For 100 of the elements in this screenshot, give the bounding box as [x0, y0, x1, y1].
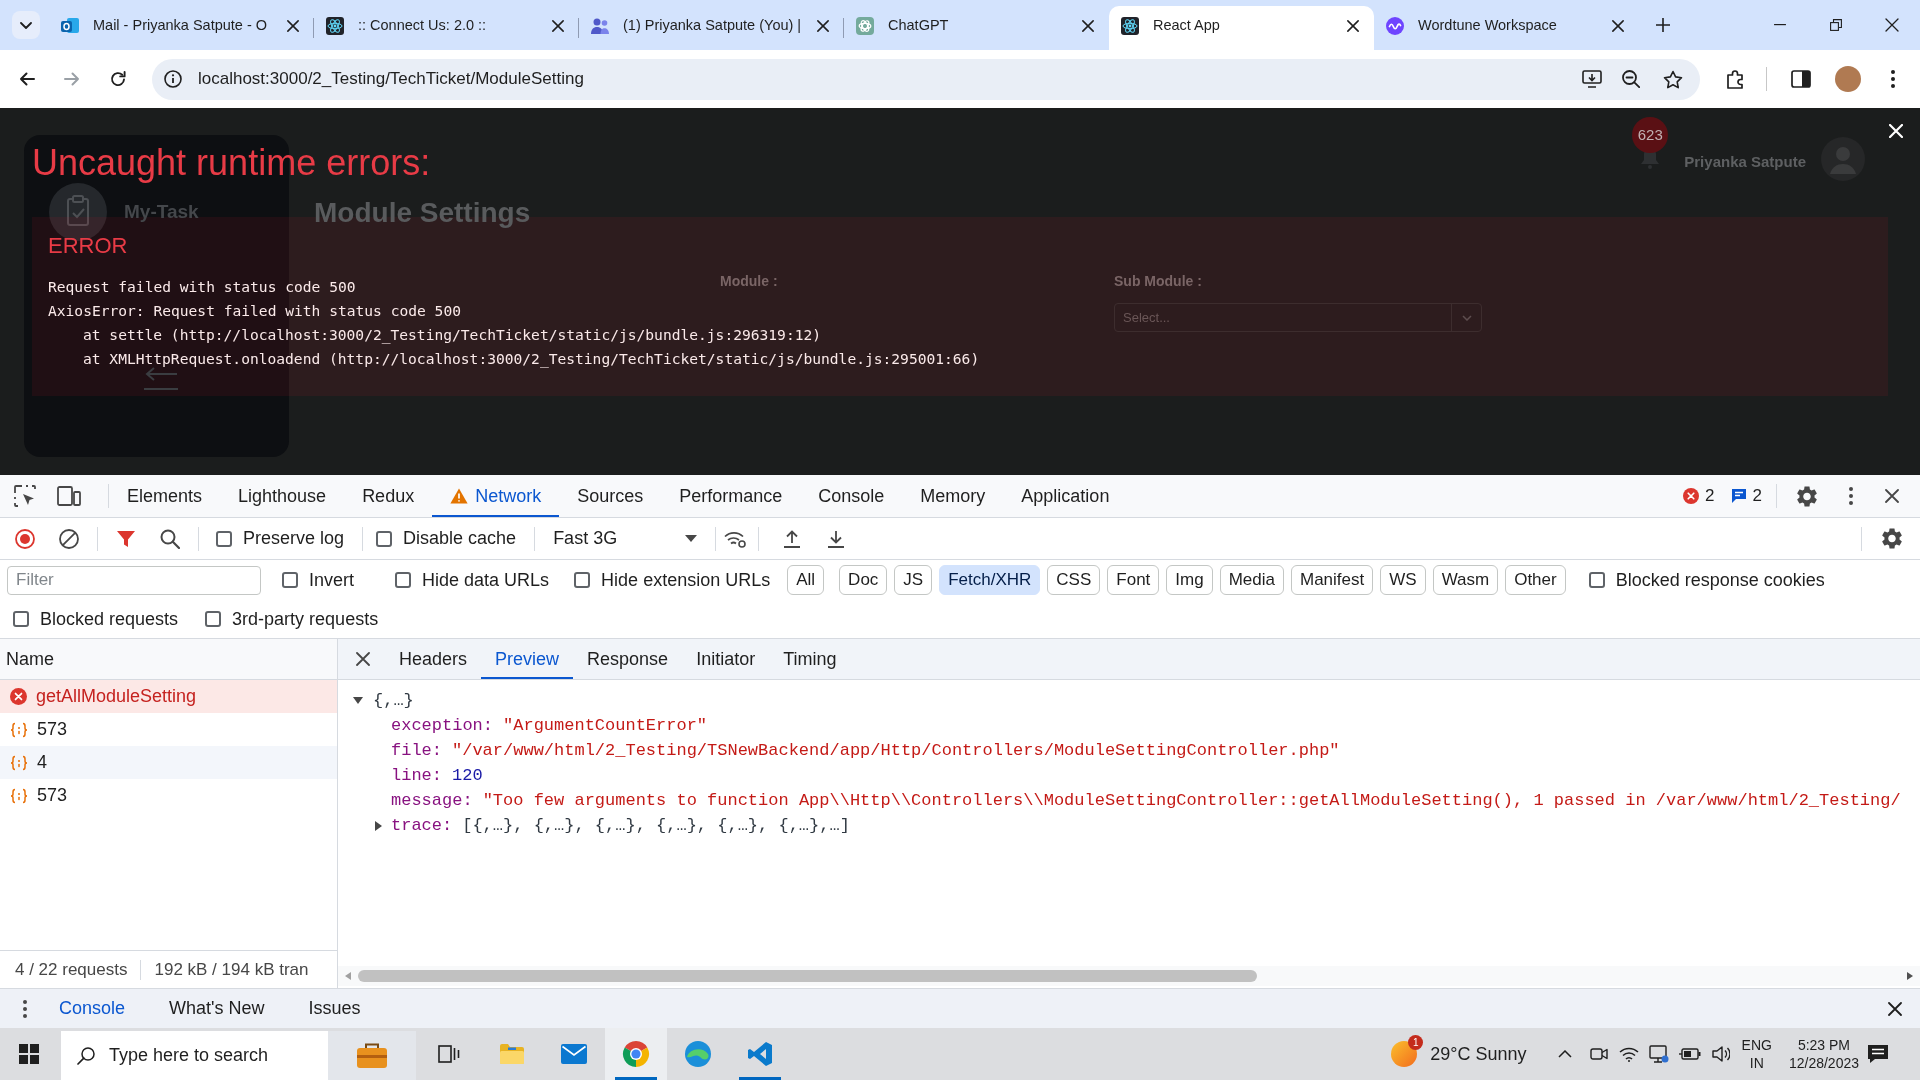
- checkbox-label[interactable]: Disable cache: [403, 525, 517, 552]
- close-icon[interactable]: [817, 20, 829, 32]
- clear-icon[interactable]: [59, 528, 79, 549]
- browser-tab[interactable]: Wordtune Workspace: [1374, 6, 1639, 50]
- back-arrow-icon[interactable]: [19, 72, 35, 86]
- info-icon[interactable]: [164, 70, 182, 88]
- battery-icon[interactable]: [1678, 1048, 1701, 1060]
- chevron-up-icon[interactable]: [1557, 1050, 1572, 1058]
- checkbox[interactable]: [574, 572, 591, 588]
- throttling-select[interactable]: Fast 3G: [553, 525, 698, 552]
- menu-icon[interactable]: [1891, 70, 1895, 88]
- browser-tab[interactable]: Mail - Priyanka Satpute - O: [49, 6, 314, 50]
- language-indicator[interactable]: ENG IN: [1741, 1036, 1772, 1072]
- close-icon[interactable]: [1885, 18, 1899, 32]
- new-tab-icon[interactable]: [1656, 18, 1670, 32]
- panel-tab[interactable]: Lighthouse: [220, 475, 345, 517]
- checkbox-label[interactable]: 3rd-party requests: [232, 605, 379, 633]
- puzzle-icon[interactable]: [1726, 69, 1746, 89]
- checkbox-label[interactable]: Hide extension URLs: [601, 566, 771, 594]
- filter-icon[interactable]: [116, 529, 136, 548]
- panel-tab[interactable]: Redux: [344, 475, 433, 517]
- detail-tab[interactable]: Initiator: [682, 639, 770, 679]
- inspect-icon[interactable]: [14, 485, 36, 507]
- tab-search-button[interactable]: [12, 11, 40, 39]
- close-icon[interactable]: [356, 652, 370, 666]
- object-summary[interactable]: {,…}: [373, 688, 414, 713]
- panel-tab[interactable]: Application: [1003, 475, 1128, 517]
- type-filter-button[interactable]: WS: [1380, 565, 1426, 595]
- panel-tab[interactable]: Elements: [109, 475, 221, 517]
- install-icon[interactable]: [1582, 70, 1602, 88]
- type-filter-button[interactable]: Doc: [839, 565, 888, 595]
- panel-tab[interactable]: Sources: [559, 475, 662, 517]
- browser-tab[interactable]: (1) Priyanka Satpute (You) |: [579, 6, 844, 50]
- close-icon[interactable]: [1612, 20, 1624, 32]
- collapse-triangle-icon[interactable]: [353, 697, 363, 704]
- panel-tab[interactable]: Network: [432, 475, 560, 517]
- checkbox[interactable]: [205, 611, 222, 627]
- task-view-icon[interactable]: [438, 1044, 460, 1064]
- settings-icon[interactable]: [1882, 528, 1902, 549]
- expand-triangle-icon[interactable]: [375, 820, 382, 831]
- type-filter-button[interactable]: Other: [1505, 565, 1566, 595]
- minimize-icon[interactable]: [1774, 24, 1786, 26]
- clock[interactable]: 5:23 PM 12/28/2023: [1788, 1036, 1859, 1072]
- detail-tab[interactable]: Preview: [481, 639, 574, 679]
- browser-tab[interactable]: ChatGPT: [844, 6, 1109, 50]
- download-icon[interactable]: [827, 529, 846, 548]
- search-icon[interactable]: [160, 528, 180, 549]
- error-count-button[interactable]: 2: [1683, 483, 1715, 509]
- checkbox[interactable]: [376, 530, 393, 547]
- checkbox[interactable]: [13, 611, 29, 627]
- horizontal-scrollbar[interactable]: [338, 966, 1920, 986]
- right-arrow-icon[interactable]: [1907, 972, 1913, 980]
- scrollbar-thumb[interactable]: [358, 970, 1257, 982]
- type-filter-button[interactable]: Media: [1219, 565, 1284, 595]
- column-header[interactable]: Name: [6, 645, 54, 673]
- taskbar-app-button[interactable]: [605, 1028, 667, 1080]
- close-icon[interactable]: [1082, 20, 1094, 32]
- type-filter-button[interactable]: Manifest: [1291, 565, 1374, 595]
- detail-tab[interactable]: Response: [573, 639, 683, 679]
- profile-avatar[interactable]: [1835, 66, 1861, 92]
- type-filter-button[interactable]: Wasm: [1432, 565, 1499, 595]
- settings-icon[interactable]: [1797, 485, 1817, 507]
- checkbox-label[interactable]: Blocked response cookies: [1615, 566, 1825, 594]
- star-icon[interactable]: [1663, 69, 1683, 89]
- detail-tab[interactable]: Timing: [769, 639, 851, 679]
- restore-icon[interactable]: [1830, 19, 1842, 31]
- panel-tab[interactable]: Memory: [902, 475, 1004, 517]
- more-options-icon[interactable]: [23, 999, 27, 1018]
- close-icon[interactable]: [552, 20, 564, 32]
- zoom-out-icon[interactable]: [1622, 70, 1640, 88]
- checkbox-label[interactable]: Blocked requests: [40, 605, 179, 633]
- stop-recording-icon[interactable]: [15, 528, 35, 549]
- request-row[interactable]: 4: [0, 746, 337, 779]
- type-filter-button[interactable]: All: [787, 565, 825, 595]
- monitor-icon[interactable]: [1648, 1045, 1669, 1063]
- type-filter-button[interactable]: Fetch/XHR: [939, 565, 1041, 595]
- speaker-icon[interactable]: [1711, 1046, 1730, 1062]
- checkbox-label[interactable]: Invert: [309, 566, 355, 594]
- windows-logo-icon[interactable]: [19, 1044, 39, 1064]
- close-icon[interactable]: [287, 20, 299, 32]
- checkbox-label[interactable]: Preserve log: [243, 525, 345, 552]
- panel-tab[interactable]: Performance: [661, 475, 801, 517]
- side-panel-icon[interactable]: [1791, 70, 1811, 88]
- wifi-icon[interactable]: [1618, 1046, 1639, 1062]
- forward-arrow-icon[interactable]: [64, 72, 80, 86]
- type-filter-button[interactable]: CSS: [1047, 565, 1101, 595]
- close-icon[interactable]: [1885, 489, 1899, 503]
- briefcase-icon[interactable]: [328, 1031, 416, 1080]
- filter-input[interactable]: Filter: [7, 565, 261, 595]
- request-row[interactable]: getAllModuleSetting: [0, 680, 337, 713]
- search-field[interactable]: Type here to search: [61, 1031, 416, 1080]
- address-field[interactable]: localhost:3000/2_Testing/TechTicket/ModuleSetting: [152, 58, 1700, 100]
- browser-tab[interactable]: React App: [1109, 6, 1374, 50]
- device-icon[interactable]: [57, 486, 81, 506]
- camera-icon[interactable]: [1589, 1046, 1608, 1062]
- notification-icon[interactable]: [1867, 1044, 1889, 1064]
- network-conditions-icon[interactable]: [724, 529, 747, 548]
- type-filter-button[interactable]: Img: [1166, 565, 1213, 595]
- type-filter-button[interactable]: Font: [1107, 565, 1160, 595]
- browser-tab[interactable]: :: Connect Us: 2.0 ::: [314, 6, 579, 50]
